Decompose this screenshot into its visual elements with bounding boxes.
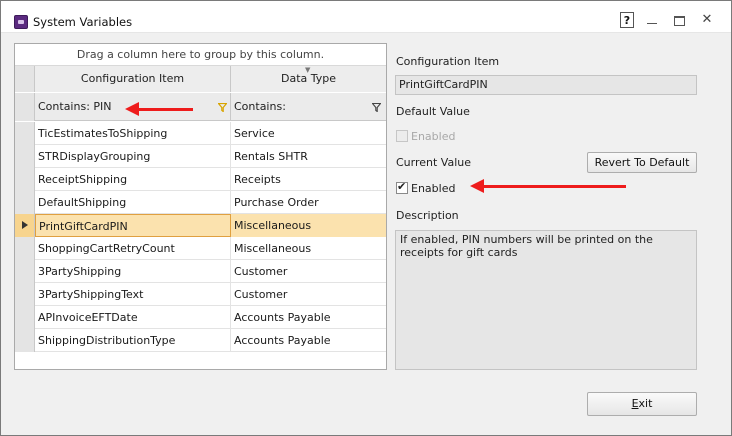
cell-data-type[interactable]: Rentals SHTR [231,145,386,168]
default-enabled-label: Enabled [411,130,456,143]
exit-button[interactable]: Exit [587,392,697,416]
filter-funnel-icon[interactable] [372,103,381,112]
cell-configuration-item[interactable]: ShippingDistributionType [35,329,231,352]
checkmark-icon: ✔ [397,180,407,193]
header-indicator-cell [15,66,35,92]
row-indicator[interactable] [15,122,35,145]
filter-row: Contains: PIN Contains: [15,93,386,121]
annotation-arrow-filter [125,102,193,116]
annotation-arrow-enabled [470,179,626,193]
cell-data-type[interactable]: Accounts Payable [231,306,386,329]
current-enabled-checkbox[interactable]: ✔ [396,180,408,194]
column-header-configuration-item[interactable]: Configuration Item [35,66,231,92]
row-indicator[interactable] [15,283,35,306]
description-label: Description [396,209,459,222]
description-text: If enabled, PIN numbers will be printed … [395,230,697,370]
table-row[interactable]: DefaultShipping Purchase Order [15,191,386,214]
sort-indicator-icon: ▼ [305,66,311,74]
current-value-label: Current Value [396,156,472,169]
window-title: System Variables [33,15,133,29]
table-row[interactable]: APInvoiceEFTDate Accounts Payable [15,306,386,329]
row-indicator[interactable] [15,191,35,214]
variables-grid: Drag a column here to group by this colu… [14,43,387,370]
title-bar: System Variables ? ✕ [1,1,731,33]
cell-configuration-item[interactable]: 3PartyShippingText [35,283,231,306]
cell-data-type[interactable]: Customer [231,260,386,283]
cell-configuration-item[interactable]: DefaultShipping [35,191,231,214]
help-button[interactable]: ? [620,12,634,28]
revert-to-default-button[interactable]: Revert To Default [587,152,697,173]
table-row[interactable]: PrintGiftCardPIN Miscellaneous [15,214,386,237]
default-value-label: Default Value [396,105,470,118]
system-variables-window: System Variables ? ✕ Drag a column here … [0,0,732,436]
filter-data-type[interactable]: Contains: [231,93,386,121]
cell-configuration-item[interactable]: PrintGiftCardPIN [35,214,231,237]
table-row[interactable]: STRDisplayGrouping Rentals SHTR [15,145,386,168]
row-indicator[interactable] [15,214,35,237]
maximize-button[interactable] [671,12,687,29]
current-enabled-label[interactable]: Enabled [411,182,455,195]
cell-data-type[interactable]: Service [231,122,386,145]
cell-data-type[interactable]: Miscellaneous [231,214,386,237]
row-indicator[interactable] [15,260,35,283]
table-row[interactable]: ReceiptShipping Receipts [15,168,386,191]
cell-configuration-item[interactable]: TicEstimatesToShipping [35,122,231,145]
table-row[interactable]: ShippingDistributionType Accounts Payable [15,329,386,352]
row-indicator[interactable] [15,145,35,168]
group-by-panel[interactable]: Drag a column here to group by this colu… [15,44,386,66]
cell-configuration-item[interactable]: ShoppingCartRetryCount [35,237,231,260]
configuration-item-label: Configuration Item [396,55,500,68]
cell-data-type[interactable]: Receipts [231,168,386,191]
exit-label-rest: xit [638,397,653,410]
cell-configuration-item[interactable]: APInvoiceEFTDate [35,306,231,329]
table-row[interactable]: 3PartyShipping Customer [15,260,386,283]
default-enabled-checkbox [396,130,408,142]
configuration-item-value: PrintGiftCardPIN [395,75,697,95]
cell-data-type[interactable]: Accounts Payable [231,329,386,352]
minimize-button[interactable] [644,12,660,29]
cell-configuration-item[interactable]: ReceiptShipping [35,168,231,191]
filter-indicator-cell [15,93,35,121]
table-row[interactable]: ShoppingCartRetryCount Miscellaneous [15,237,386,260]
cell-data-type[interactable]: Purchase Order [231,191,386,214]
cell-data-type[interactable]: Miscellaneous [231,237,386,260]
row-indicator[interactable] [15,306,35,329]
table-row[interactable]: TicEstimatesToShipping Service [15,122,386,145]
grid-rows: TicEstimatesToShipping Service STRDisplayG… [15,122,386,352]
row-indicator[interactable] [15,168,35,191]
cell-data-type[interactable]: Customer [231,283,386,306]
app-icon [14,15,28,29]
grid-header-row: Configuration Item Data Type ▼ [15,66,386,92]
close-button[interactable]: ✕ [699,12,715,29]
active-filter-funnel-icon[interactable] [218,103,227,112]
cell-configuration-item[interactable]: 3PartyShipping [35,260,231,283]
row-indicator[interactable] [15,329,35,352]
cell-configuration-item[interactable]: STRDisplayGrouping [35,145,231,168]
row-indicator[interactable] [15,237,35,260]
exit-mnemonic: E [631,397,639,410]
table-row[interactable]: 3PartyShippingText Customer [15,283,386,306]
